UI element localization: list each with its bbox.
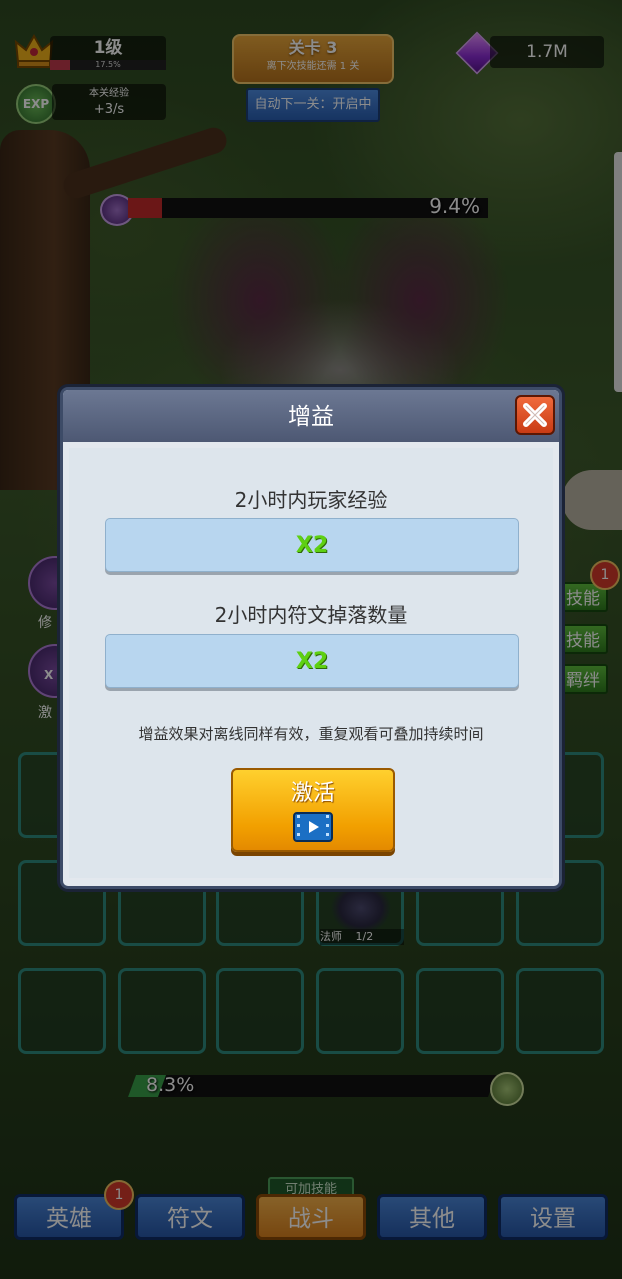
dialog-title: 增益 xyxy=(288,404,334,430)
rune-buff-value: X2 xyxy=(105,634,519,688)
exp-buff-value: X2 xyxy=(105,518,519,572)
close-button[interactable] xyxy=(515,395,555,435)
video-play-icon xyxy=(293,812,333,842)
close-icon xyxy=(523,403,547,427)
activate-button[interactable]: 激活 xyxy=(231,768,395,852)
buff-note: 增益效果对离线同样有效，重复观看可叠加持续时间 xyxy=(138,725,484,743)
exp-buff-label: 2小时内玩家经验 xyxy=(234,488,388,512)
buff-dialog: 增益 2小时内玩家经验 X2 2小时内符文掉落数量 X2 增益效果对离线同样有效… xyxy=(60,387,562,889)
activate-label: 激活 xyxy=(290,781,335,806)
dialog-header: 增益 xyxy=(63,390,559,442)
rune-buff-label: 2小时内符文掉落数量 xyxy=(214,603,408,627)
